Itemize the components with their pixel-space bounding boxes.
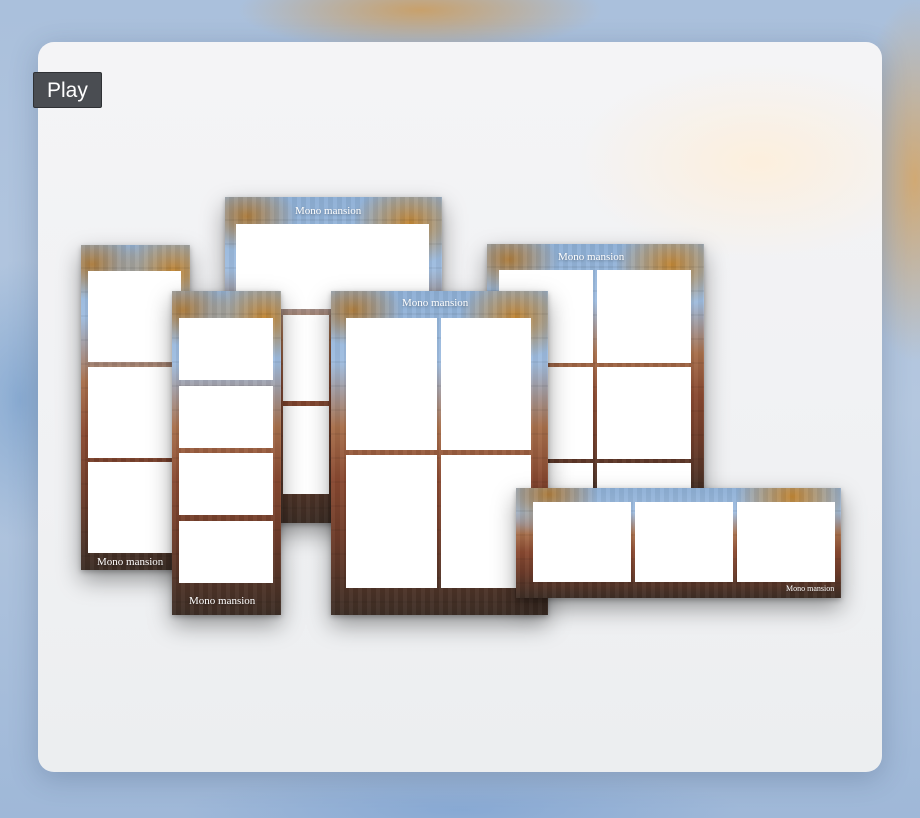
photo-slot: [346, 318, 437, 450]
photo-slot: [179, 386, 273, 448]
photo-strip-template[interactable]: Mono mansion: [172, 291, 281, 615]
photo-slot: [88, 271, 181, 362]
brand-label: Mono mansion: [402, 297, 469, 309]
photo-slot: [179, 453, 273, 515]
photo-slot: [283, 406, 329, 494]
brand-label: Mono mansion: [97, 556, 164, 568]
photo-slot: [283, 315, 329, 401]
photo-slot: [88, 367, 181, 458]
photo-slot: [346, 455, 437, 588]
brand-label: Mono mansion: [189, 595, 256, 607]
photo-slot: [179, 318, 273, 380]
play-button[interactable]: Play: [33, 72, 102, 108]
photo-slot: [179, 521, 273, 583]
photo-slot: [635, 502, 733, 582]
photo-strip-template[interactable]: Mono mansion: [516, 488, 841, 598]
photo-slot: [441, 318, 531, 450]
photo-slot: [548, 367, 593, 459]
photo-slot: [597, 367, 691, 459]
photo-slot: [88, 462, 181, 553]
brand-label: Mono mansion: [786, 584, 835, 593]
photo-slot: [737, 502, 835, 582]
photo-slot: [533, 502, 631, 582]
photo-slot: [597, 270, 691, 363]
brand-label: Mono mansion: [558, 251, 625, 263]
brand-label: Mono mansion: [295, 205, 362, 217]
